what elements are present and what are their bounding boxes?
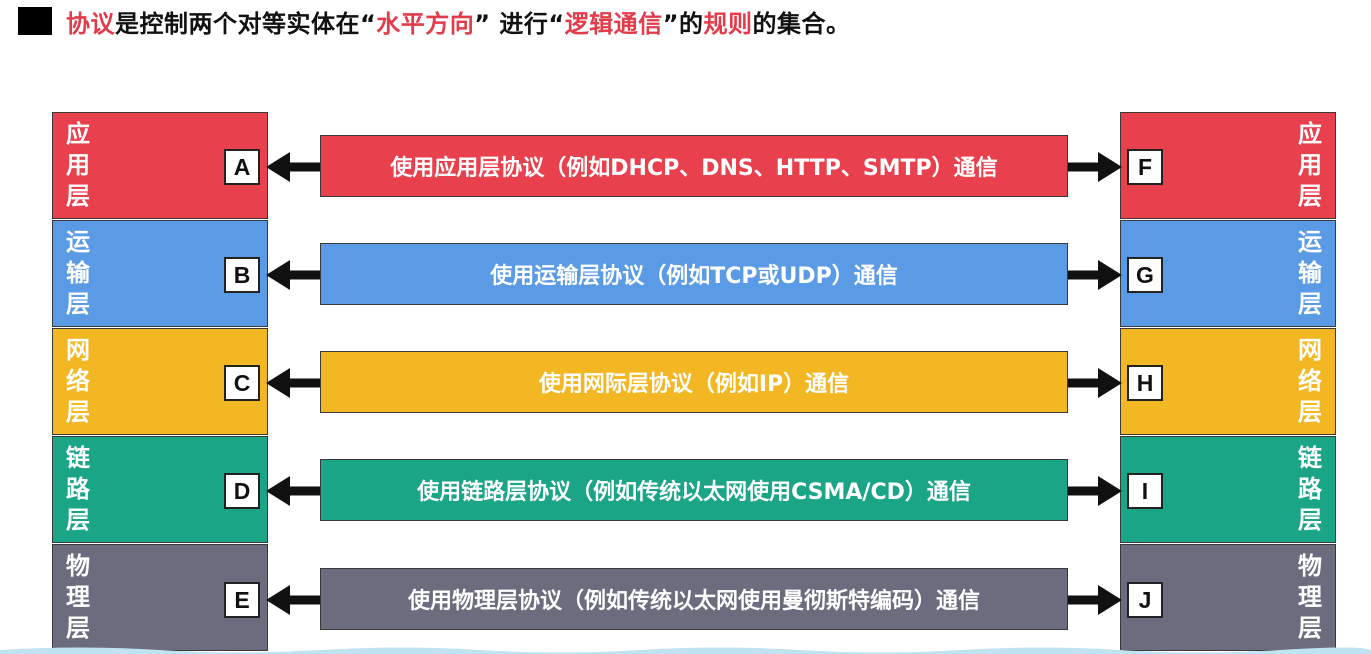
protocol-bar-transport: 使用运输层协议（例如TCP或UDP）通信 [320, 243, 1068, 305]
arrow-left-icon [266, 260, 320, 290]
peer-label-box: B [224, 257, 260, 293]
peer-label-box: C [224, 365, 260, 401]
peer-label-box: J [1127, 582, 1163, 618]
arrow-left-icon [266, 476, 320, 506]
peer-label-box: H [1127, 365, 1163, 401]
protocol-bar-link: 使用链路层协议（例如传统以太网使用CSMA/CD）通信 [320, 459, 1068, 521]
arrow-right-icon [1068, 152, 1122, 182]
arrow-left-icon [266, 152, 320, 182]
protocol-bar-physical: 使用物理层协议（例如传统以太网使用曼彻斯特编码）通信 [320, 568, 1068, 630]
protocol-bar-application: 使用应用层协议（例如DHCP、DNS、HTTP、SMTP）通信 [320, 135, 1068, 197]
arrow-left-icon [266, 368, 320, 398]
arrow-right-icon [1068, 368, 1122, 398]
protocol-bar-network: 使用网际层协议（例如IP）通信 [320, 351, 1068, 413]
peer-label-box: D [224, 473, 260, 509]
peer-label-box: G [1127, 257, 1163, 293]
peer-label-box: F [1127, 149, 1163, 185]
peer-label-box: I [1127, 473, 1163, 509]
arrows-layer [266, 152, 1122, 615]
arrow-right-icon [1068, 260, 1122, 290]
arrow-left-icon [266, 585, 320, 615]
peer-label-box: A [224, 149, 260, 185]
arrow-right-icon [1068, 476, 1122, 506]
arrow-right-icon [1068, 585, 1122, 615]
peer-label-box: E [224, 582, 260, 618]
bottom-wave-decoration [0, 647, 1371, 654]
